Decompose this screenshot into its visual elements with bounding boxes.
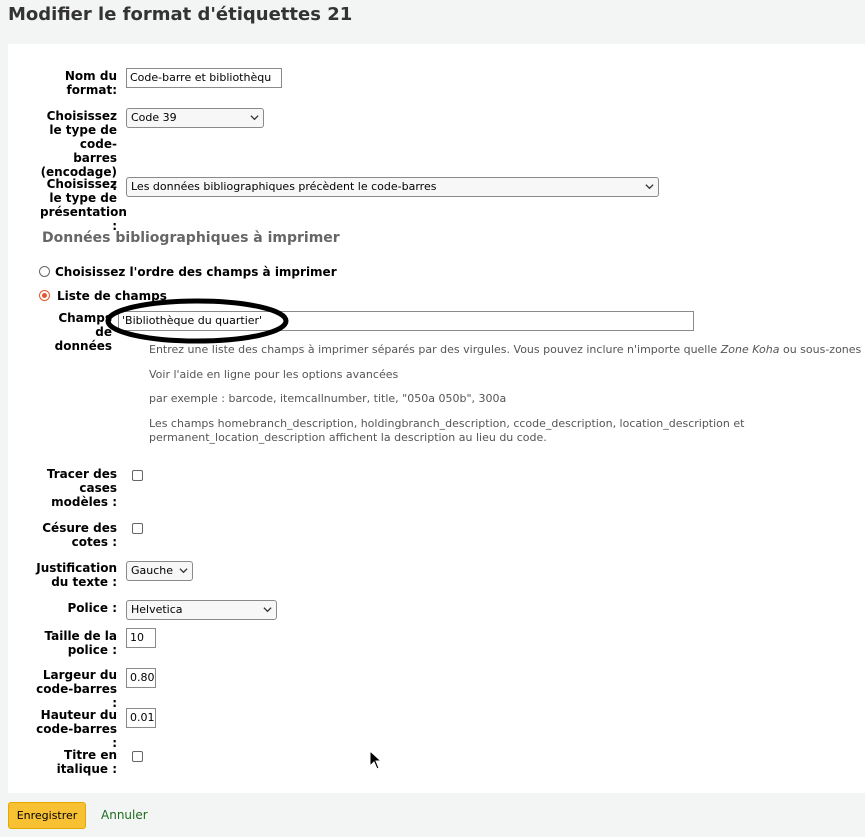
order-fields-radio[interactable] <box>39 266 50 277</box>
layout-type-select[interactable]: Les données bibliographiques précèdent l… <box>126 177 659 197</box>
barcode-type-value: Code 39 <box>131 111 177 124</box>
layout-type-value: Les données bibliographiques précèdent l… <box>131 180 437 193</box>
oblique-title-label: Titre en italique : <box>56 748 117 776</box>
format-name-label: Nom du format: <box>64 69 117 97</box>
order-fields-radio-label: Choisissez l'ordre des champs à imprimer <box>55 265 337 279</box>
biblio-section-legend: Données bibliographiques à imprimer <box>42 230 340 246</box>
callnum-split-checkbox[interactable] <box>132 523 143 534</box>
barcode-type-select[interactable]: Code 39 <box>126 108 264 128</box>
oblique-title-checkbox[interactable] <box>132 751 143 762</box>
format-name-input[interactable]: Code-barre et bibliothèqu <box>126 68 282 88</box>
callnum-split-label: Césure des cotes : <box>42 521 117 549</box>
help-text-description-line1: Les champs homebranch_description, holdi… <box>149 417 745 430</box>
text-justify-select[interactable]: Gauche <box>126 561 193 581</box>
help-text-description-line2: permanent_location_description affichent… <box>149 431 547 444</box>
layout-type-label: Choisissez le type de présentation : <box>40 177 127 233</box>
chevron-down-icon <box>250 115 259 121</box>
text-justify-value: Gauche <box>131 564 174 577</box>
chevron-down-icon <box>179 568 188 574</box>
help-text-fields: Entrez une liste des champs à imprimer s… <box>149 343 865 356</box>
cancel-link[interactable]: Annuler <box>101 808 148 822</box>
chevron-down-icon <box>263 607 272 613</box>
field-list-radio[interactable] <box>39 290 50 301</box>
barcode-height-input[interactable]: 0.015 <box>126 708 156 728</box>
chevron-down-icon <box>645 184 654 190</box>
font-size-input[interactable]: 10 <box>126 628 156 648</box>
highlight-ellipse-annotation <box>105 298 289 344</box>
font-size-label: Taille de la police : <box>44 629 117 657</box>
barcode-width-input[interactable]: 0.800 <box>126 668 156 688</box>
font-value: Helvetica <box>131 603 183 616</box>
page-title: Modifier le format d'étiquettes 21 <box>8 4 353 25</box>
font-select[interactable]: Helvetica <box>126 600 277 620</box>
barcode-height-label: Hauteur du code-barres : <box>36 708 117 750</box>
help-text-example: par exemple : barcode, itemcallnumber, t… <box>149 392 507 405</box>
save-button[interactable]: Enregistrer <box>8 802 86 829</box>
guidebox-checkbox[interactable] <box>132 470 143 481</box>
mouse-cursor-icon <box>369 750 383 770</box>
help-text-online: Voir l'aide en ligne pour les options av… <box>149 368 399 381</box>
data-fields-label: Champs de données <box>54 311 112 353</box>
guidebox-label: Tracer des cases modèles : <box>46 467 117 509</box>
text-justify-label: Justification du texte : <box>36 561 117 589</box>
font-label: Police : <box>67 601 118 615</box>
barcode-width-label: Largeur du code-barres : <box>36 668 117 710</box>
